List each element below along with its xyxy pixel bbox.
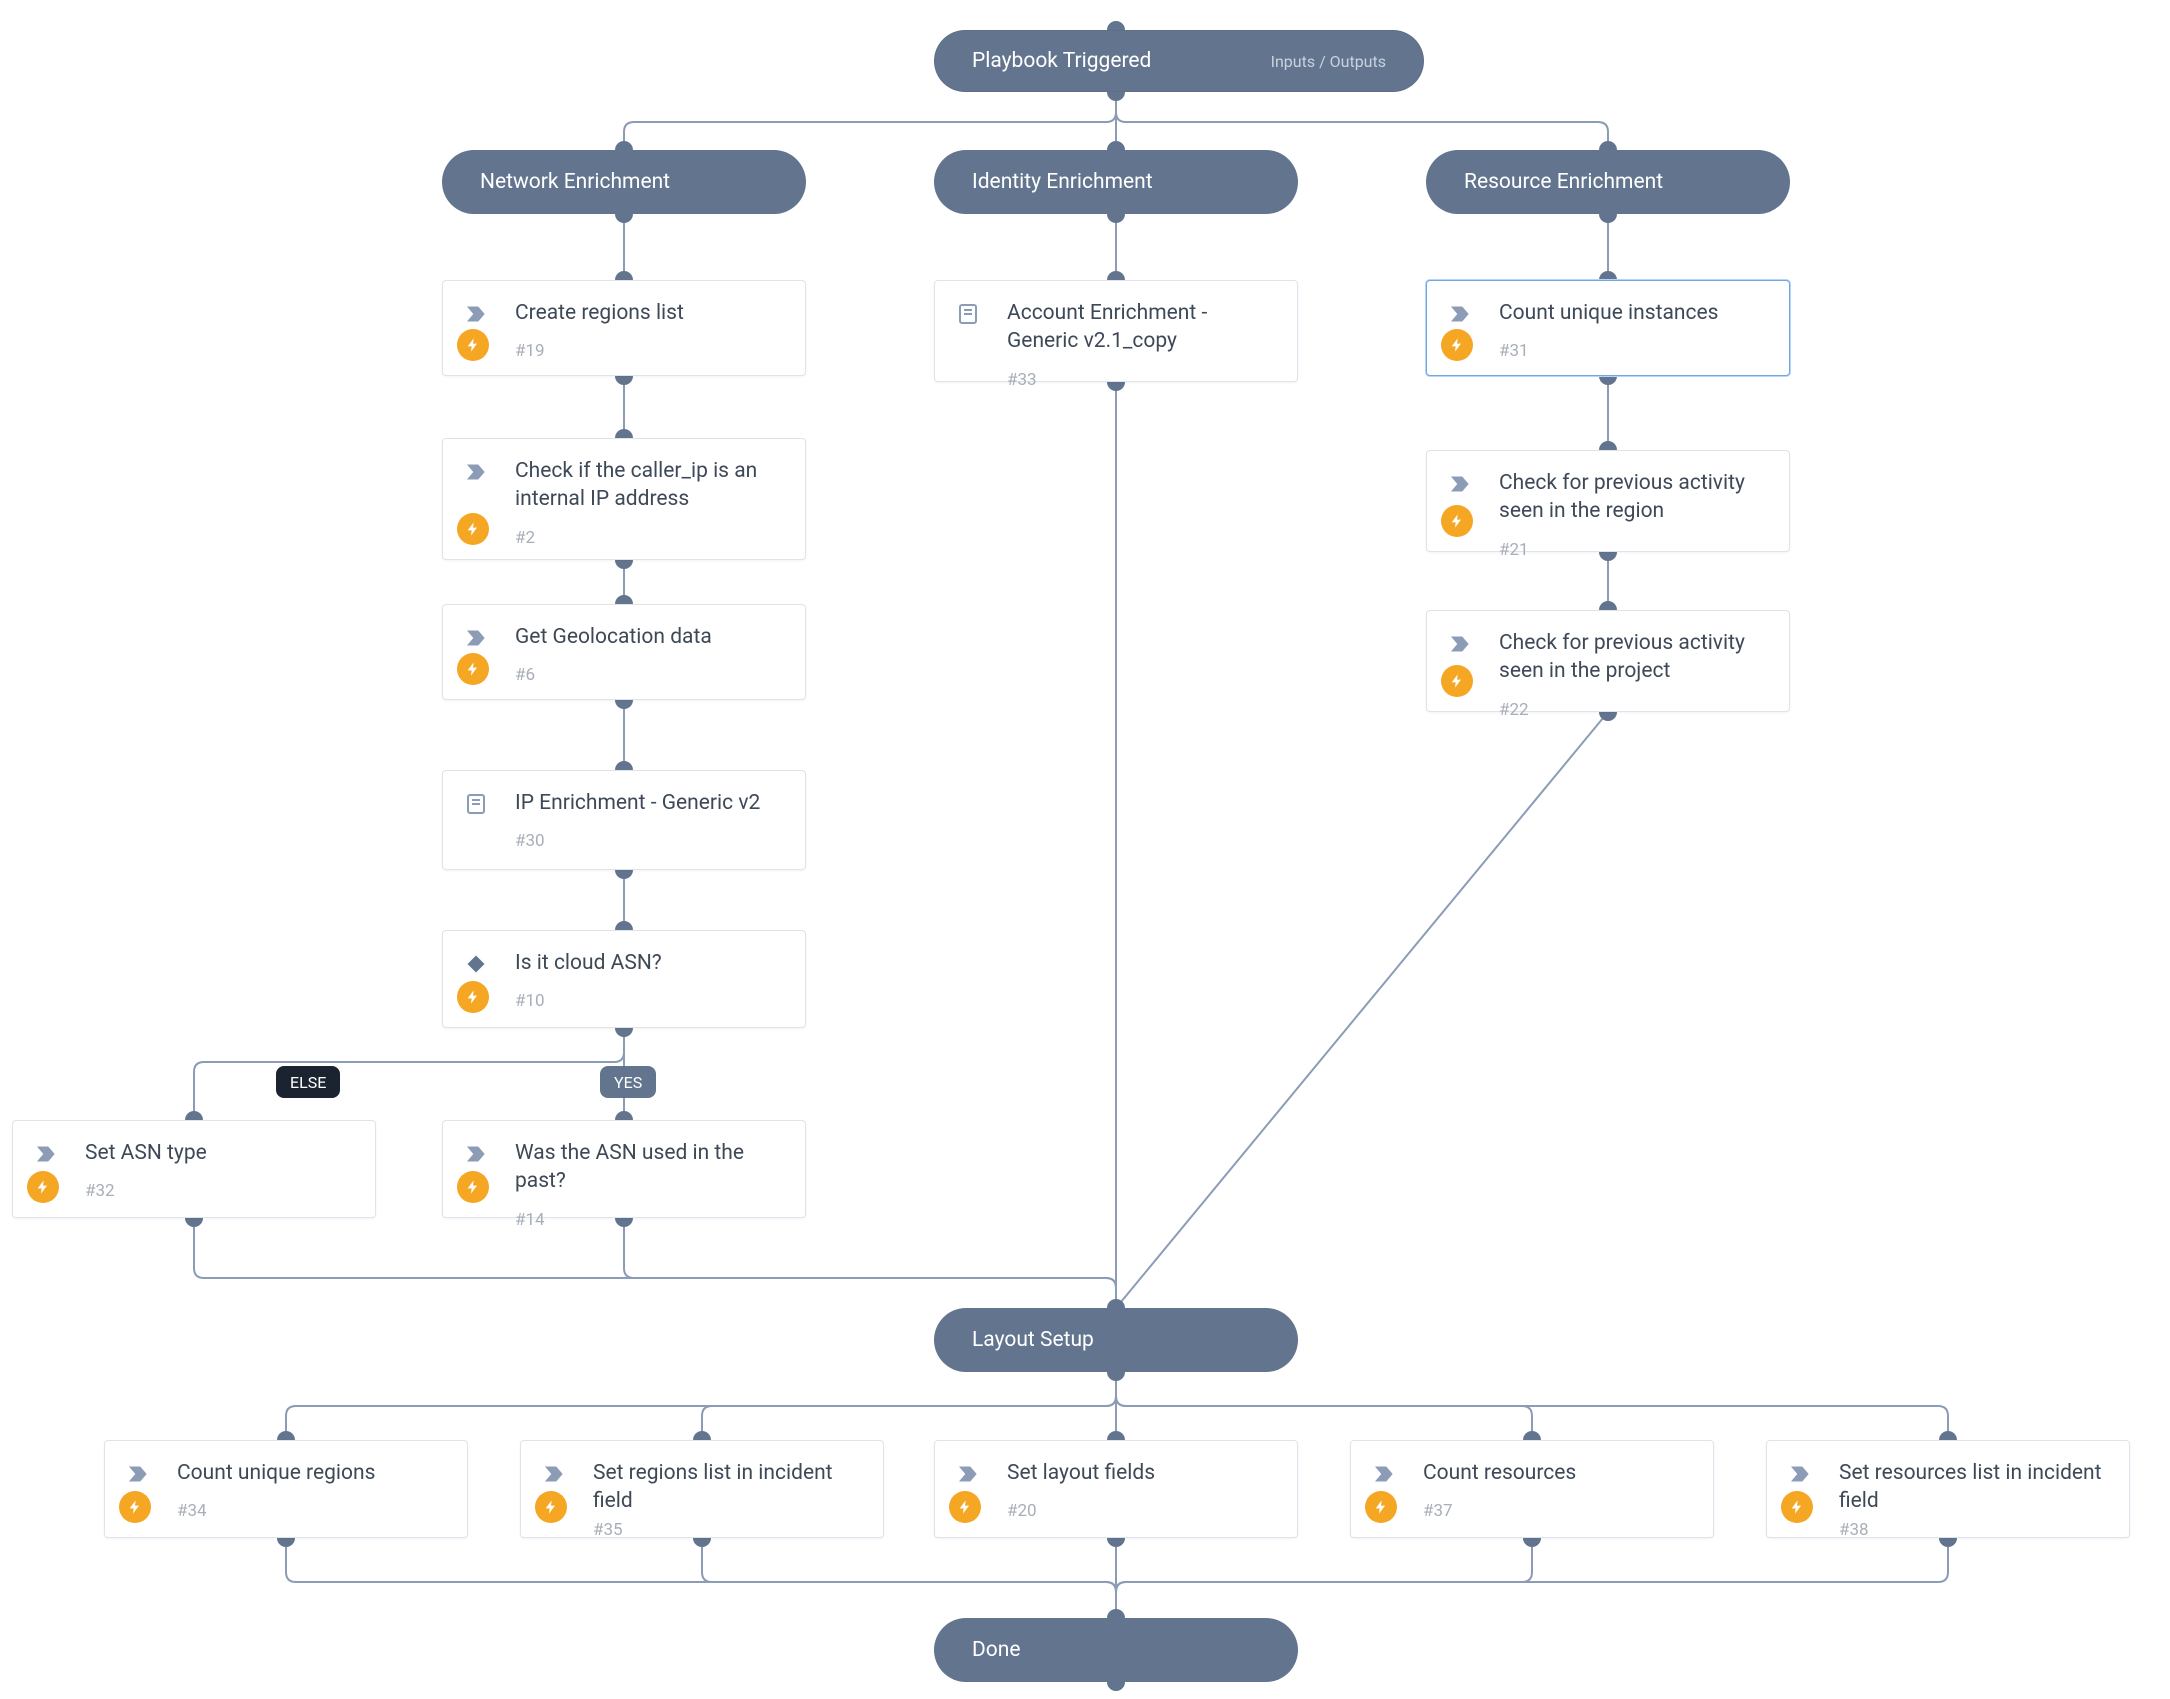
task-title: Count resources [1423,1459,1693,1487]
section-layout-label: Layout Setup [972,1328,1094,1352]
trigger-node[interactable]: Playbook Triggered Inputs / Outputs [934,30,1424,92]
bolt-icon [949,1491,981,1523]
task-id: #31 [1499,341,1769,361]
task-account-enrichment[interactable]: Account Enrichment - Generic v2.1_copy #… [934,280,1298,382]
task-count-unique-regions[interactable]: Count unique regions #34 [104,1440,468,1538]
chevron-icon [463,625,489,651]
bolt-icon [457,513,489,545]
task-title: Check for previous activity seen in the … [1499,469,1769,526]
bolt-icon [1441,329,1473,361]
chevron-icon [125,1461,151,1487]
task-count-unique-instances[interactable]: Count unique instances #31 [1426,280,1790,376]
playbook-flow-canvas[interactable]: Playbook Triggered Inputs / Outputs Netw… [0,0,2170,1699]
chevron-icon [463,301,489,327]
section-network[interactable]: Network Enrichment [442,150,806,214]
section-resource[interactable]: Resource Enrichment [1426,150,1790,214]
task-id: #20 [1007,1501,1277,1521]
task-id: #14 [515,1210,785,1230]
task-id: #33 [1007,370,1277,390]
chevron-icon [463,459,489,485]
chevron-icon [1787,1461,1813,1487]
bolt-icon [535,1491,567,1523]
task-create-regions-list[interactable]: Create regions list #19 [442,280,806,376]
bolt-icon [1781,1491,1813,1523]
task-title: Is it cloud ASN? [515,949,785,977]
bolt-icon [1365,1491,1397,1523]
trigger-io-link[interactable]: Inputs / Outputs [1271,52,1386,71]
bolt-icon [457,981,489,1013]
section-resource-label: Resource Enrichment [1464,170,1663,194]
task-ip-enrichment[interactable]: IP Enrichment - Generic v2 #30 [442,770,806,870]
task-id: #30 [515,831,785,851]
chevron-icon [541,1461,567,1487]
task-was-asn-used[interactable]: Was the ASN used in the past? #14 [442,1120,806,1218]
task-title: IP Enrichment - Generic v2 [515,789,785,817]
task-id: #22 [1499,700,1769,720]
chevron-icon [1447,471,1473,497]
bolt-icon [1441,505,1473,537]
task-id: #21 [1499,540,1769,560]
section-layout-setup[interactable]: Layout Setup [934,1308,1298,1372]
task-id: #19 [515,341,785,361]
task-title: Set resources list in incident field [1839,1459,2109,1516]
bolt-icon [457,329,489,361]
task-get-geolocation[interactable]: Get Geolocation data #6 [442,604,806,700]
bolt-icon [457,1171,489,1203]
section-done[interactable]: Done [934,1618,1298,1682]
bolt-icon [119,1491,151,1523]
task-id: #35 [593,1520,863,1540]
bolt-icon [457,653,489,685]
task-id: #38 [1839,1520,2109,1540]
task-is-cloud-asn[interactable]: Is it cloud ASN? #10 [442,930,806,1028]
task-title: Check if the caller_ip is an internal IP… [515,457,785,514]
task-title: Account Enrichment - Generic v2.1_copy [1007,299,1277,356]
chevron-icon [955,1461,981,1487]
chevron-icon [463,1141,489,1167]
task-title: Set regions list in incident field [593,1459,863,1516]
section-done-label: Done [972,1638,1021,1662]
diamond-icon [463,951,489,977]
chevron-icon [1447,631,1473,657]
task-title: Set layout fields [1007,1459,1277,1487]
section-identity[interactable]: Identity Enrichment [934,150,1298,214]
task-id: #32 [85,1181,355,1201]
task-set-asn-type[interactable]: Set ASN type #32 [12,1120,376,1218]
task-title: Check for previous activity seen in the … [1499,629,1769,686]
section-identity-label: Identity Enrichment [972,170,1153,194]
task-prev-activity-project[interactable]: Check for previous activity seen in the … [1426,610,1790,712]
trigger-title: Playbook Triggered [972,49,1151,73]
task-check-caller-ip[interactable]: Check if the caller_ip is an internal IP… [442,438,806,560]
task-count-resources[interactable]: Count resources #37 [1350,1440,1714,1538]
bolt-icon [27,1171,59,1203]
task-title: Set ASN type [85,1139,355,1167]
book-icon [463,791,489,817]
task-id: #2 [515,528,785,548]
branch-label-else: ELSE [276,1066,340,1098]
task-set-regions-list[interactable]: Set regions list in incident field #35 [520,1440,884,1538]
section-network-label: Network Enrichment [480,170,670,194]
task-title: Count unique instances [1499,299,1769,327]
bolt-icon [1441,665,1473,697]
task-title: Count unique regions [177,1459,447,1487]
task-prev-activity-region[interactable]: Check for previous activity seen in the … [1426,450,1790,552]
chevron-icon [33,1141,59,1167]
task-id: #37 [1423,1501,1693,1521]
task-set-resources-list[interactable]: Set resources list in incident field #38 [1766,1440,2130,1538]
chevron-icon [1447,301,1473,327]
branch-label-yes: YES [600,1066,656,1098]
chevron-icon [1371,1461,1397,1487]
task-title: Get Geolocation data [515,623,785,651]
task-title: Create regions list [515,299,785,327]
task-id: #34 [177,1501,447,1521]
task-id: #10 [515,991,785,1011]
task-set-layout-fields[interactable]: Set layout fields #20 [934,1440,1298,1538]
book-icon [955,301,981,327]
task-id: #6 [515,665,785,685]
task-title: Was the ASN used in the past? [515,1139,785,1196]
